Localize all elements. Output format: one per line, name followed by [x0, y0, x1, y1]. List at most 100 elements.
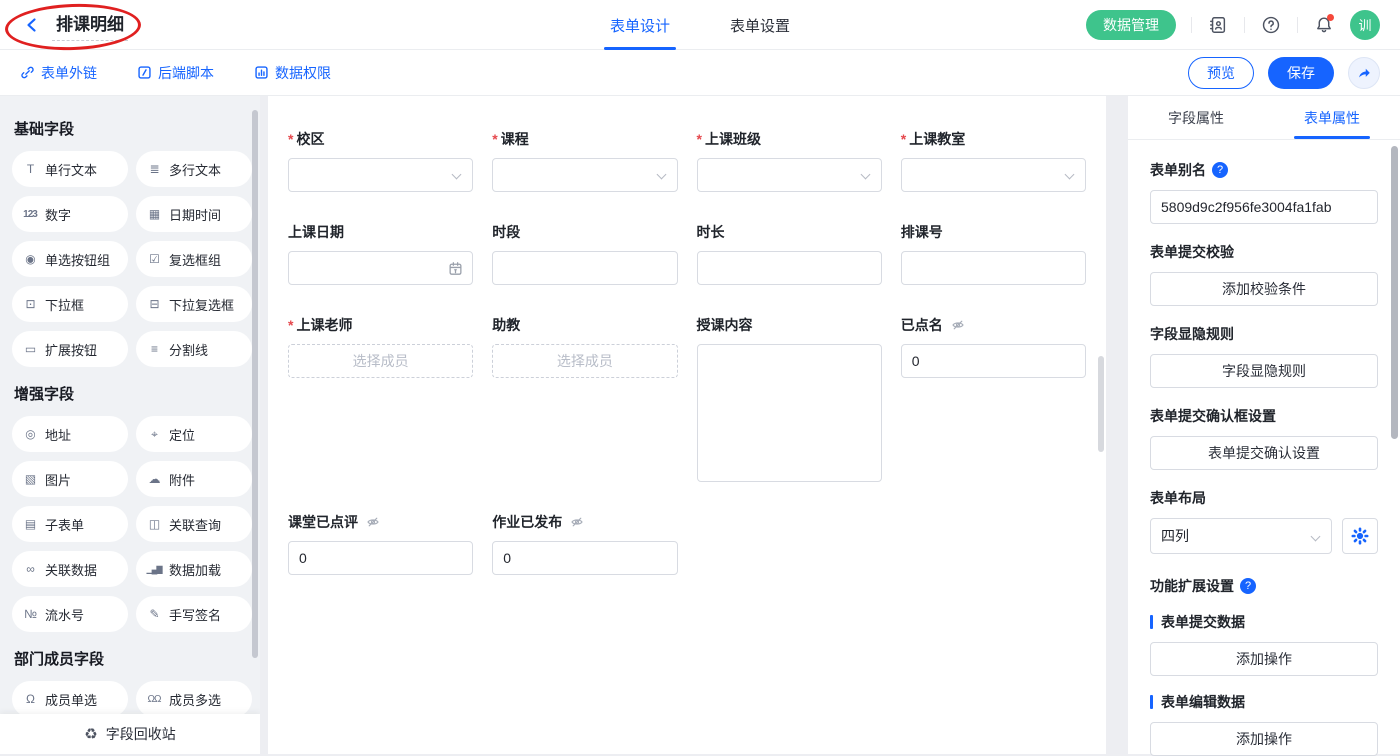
back-button[interactable]: 排课明细	[24, 9, 128, 41]
field-item-locate[interactable]: ⌖定位	[136, 416, 252, 452]
class-select[interactable]	[697, 158, 882, 192]
field-item-datetime[interactable]: ▦日期时间	[136, 196, 252, 232]
sidebar-scrollbar[interactable]	[252, 110, 258, 658]
submit-data-add-action-button[interactable]: 添加操作	[1150, 642, 1378, 676]
duration-input[interactable]	[697, 251, 882, 285]
campus-select[interactable]	[288, 158, 473, 192]
eye-off-icon	[366, 515, 380, 529]
field-item-multi-text[interactable]: ≣多行文本	[136, 151, 252, 187]
field-item-dropdown[interactable]: ⊡下拉框	[12, 286, 128, 322]
submit-confirm-button[interactable]: 表单提交确认设置	[1150, 436, 1378, 470]
help-icon[interactable]: ?	[1240, 578, 1256, 594]
app-header: 排课明细 表单设计 表单设置 数据管理 训	[0, 0, 1400, 50]
notification-bell-icon[interactable]	[1313, 14, 1335, 36]
layout-settings-button[interactable]	[1342, 518, 1378, 554]
checkbox-icon: ☑	[145, 252, 163, 266]
form-field-campus[interactable]: *校区	[288, 129, 473, 192]
data-permission-action[interactable]: 数据权限	[254, 63, 331, 83]
class-reviewed-input[interactable]	[288, 541, 473, 575]
field-recycle-bin[interactable]: ♻ 字段回收站	[0, 714, 260, 754]
data-manage-button[interactable]: 数据管理	[1086, 10, 1176, 40]
field-item-address[interactable]: ◎地址	[12, 416, 128, 452]
canvas-scrollbar[interactable]	[1098, 356, 1104, 452]
page-title: 排课明细	[52, 9, 128, 41]
class-date-input[interactable]	[288, 251, 473, 285]
form-field-assistant[interactable]: 助教 选择成员	[492, 315, 677, 378]
assistant-member-picker[interactable]: 选择成员	[492, 344, 677, 378]
relation-data-icon: ∞	[21, 562, 39, 576]
add-validation-button[interactable]: 添加校验条件	[1150, 272, 1378, 306]
form-field-lesson-content[interactable]: 授课内容	[697, 315, 882, 482]
field-item-relation-data[interactable]: ∞关联数据	[12, 551, 128, 587]
extension-settings-label: 功能扩展设置 ?	[1150, 576, 1378, 596]
tab-field-properties[interactable]: 字段属性	[1128, 96, 1264, 139]
field-item-member-multi[interactable]: ΩΩ成员多选	[136, 681, 252, 717]
field-item-extend-button[interactable]: ▭扩展按钮	[12, 331, 128, 367]
teacher-member-picker[interactable]: 选择成员	[288, 344, 473, 378]
field-item-checkbox-group[interactable]: ☑复选框组	[136, 241, 252, 277]
form-field-duration[interactable]: 时长	[697, 222, 882, 285]
layout-select[interactable]: 四列	[1150, 518, 1332, 554]
form-field-class-date[interactable]: 上课日期	[288, 222, 473, 285]
required-mark: *	[697, 131, 702, 147]
form-field-class[interactable]: *上课班级	[697, 129, 882, 192]
external-link-action[interactable]: 表单外链	[20, 63, 97, 83]
time-slot-input[interactable]	[492, 251, 677, 285]
address-pin-icon: ◎	[21, 427, 39, 441]
tab-form-settings[interactable]: 表单设置	[730, 0, 790, 50]
field-item-member-single[interactable]: Ω成员单选	[12, 681, 128, 717]
field-item-number[interactable]: 123数字	[12, 196, 128, 232]
field-item-signature[interactable]: ✎手写签名	[136, 596, 252, 632]
script-icon	[137, 65, 152, 80]
help-icon[interactable]	[1260, 14, 1282, 36]
field-item-radio-group[interactable]: ◉单选按钮组	[12, 241, 128, 277]
field-item-serial-number[interactable]: №流水号	[12, 596, 128, 632]
course-select[interactable]	[492, 158, 677, 192]
permission-icon	[254, 65, 269, 80]
eye-off-icon	[951, 318, 965, 332]
help-icon[interactable]: ?	[1212, 162, 1228, 178]
pen-icon: ✎	[145, 607, 163, 621]
form-field-homework-published[interactable]: 作业已发布	[492, 512, 677, 575]
field-item-image[interactable]: ▧图片	[12, 461, 128, 497]
form-field-time-slot[interactable]: 时段	[492, 222, 677, 285]
back-chevron-icon	[24, 17, 40, 33]
form-field-classroom[interactable]: *上课教室	[901, 129, 1086, 192]
form-toolbar: 表单外链 后端脚本 数据权限 预览 保存	[0, 50, 1400, 96]
preview-button[interactable]: 预览	[1188, 57, 1254, 89]
edit-data-add-action-button[interactable]: 添加操作	[1150, 722, 1378, 756]
avatar[interactable]: 训	[1350, 10, 1380, 40]
tab-form-design[interactable]: 表单设计	[610, 0, 670, 50]
contacts-book-icon[interactable]	[1207, 14, 1229, 36]
backend-script-action[interactable]: 后端脚本	[137, 63, 214, 83]
section-title-basic: 基础字段	[14, 118, 260, 139]
rollcall-count-input[interactable]	[901, 344, 1086, 378]
field-visibility-button[interactable]: 字段显隐规则	[1150, 354, 1378, 388]
field-item-single-text[interactable]: T单行文本	[12, 151, 128, 187]
form-field-rollcall-done[interactable]: 已点名	[901, 315, 1086, 378]
save-button[interactable]: 保存	[1268, 57, 1334, 89]
field-item-attachment[interactable]: ☁附件	[136, 461, 252, 497]
homework-published-input[interactable]	[492, 541, 677, 575]
panel-scrollbar[interactable]	[1391, 146, 1398, 439]
tab-form-properties[interactable]: 表单属性	[1264, 96, 1400, 139]
extend-button-icon: ▭	[21, 342, 39, 356]
classroom-select[interactable]	[901, 158, 1086, 192]
share-button[interactable]	[1348, 57, 1380, 89]
form-field-schedule-no[interactable]: 排课号	[901, 222, 1086, 285]
divider	[1191, 17, 1192, 33]
lesson-content-textarea[interactable]	[697, 344, 882, 482]
field-item-data-load[interactable]: ▁▄▇数据加载	[136, 551, 252, 587]
form-alias-input[interactable]	[1150, 190, 1378, 224]
field-item-subform[interactable]: ▤子表单	[12, 506, 128, 542]
field-item-divider-line[interactable]: ≡分割线	[136, 331, 252, 367]
schedule-no-input[interactable]	[901, 251, 1086, 285]
divider	[1297, 17, 1298, 33]
required-mark: *	[288, 317, 293, 333]
form-field-course[interactable]: *课程	[492, 129, 677, 192]
calendar-icon: ▦	[145, 207, 163, 221]
form-field-class-reviewed[interactable]: 课堂已点评	[288, 512, 473, 575]
form-field-teacher[interactable]: *上课老师 选择成员	[288, 315, 473, 378]
field-item-relation-query[interactable]: ◫关联查询	[136, 506, 252, 542]
field-item-multi-dropdown[interactable]: ⊟下拉复选框	[136, 286, 252, 322]
